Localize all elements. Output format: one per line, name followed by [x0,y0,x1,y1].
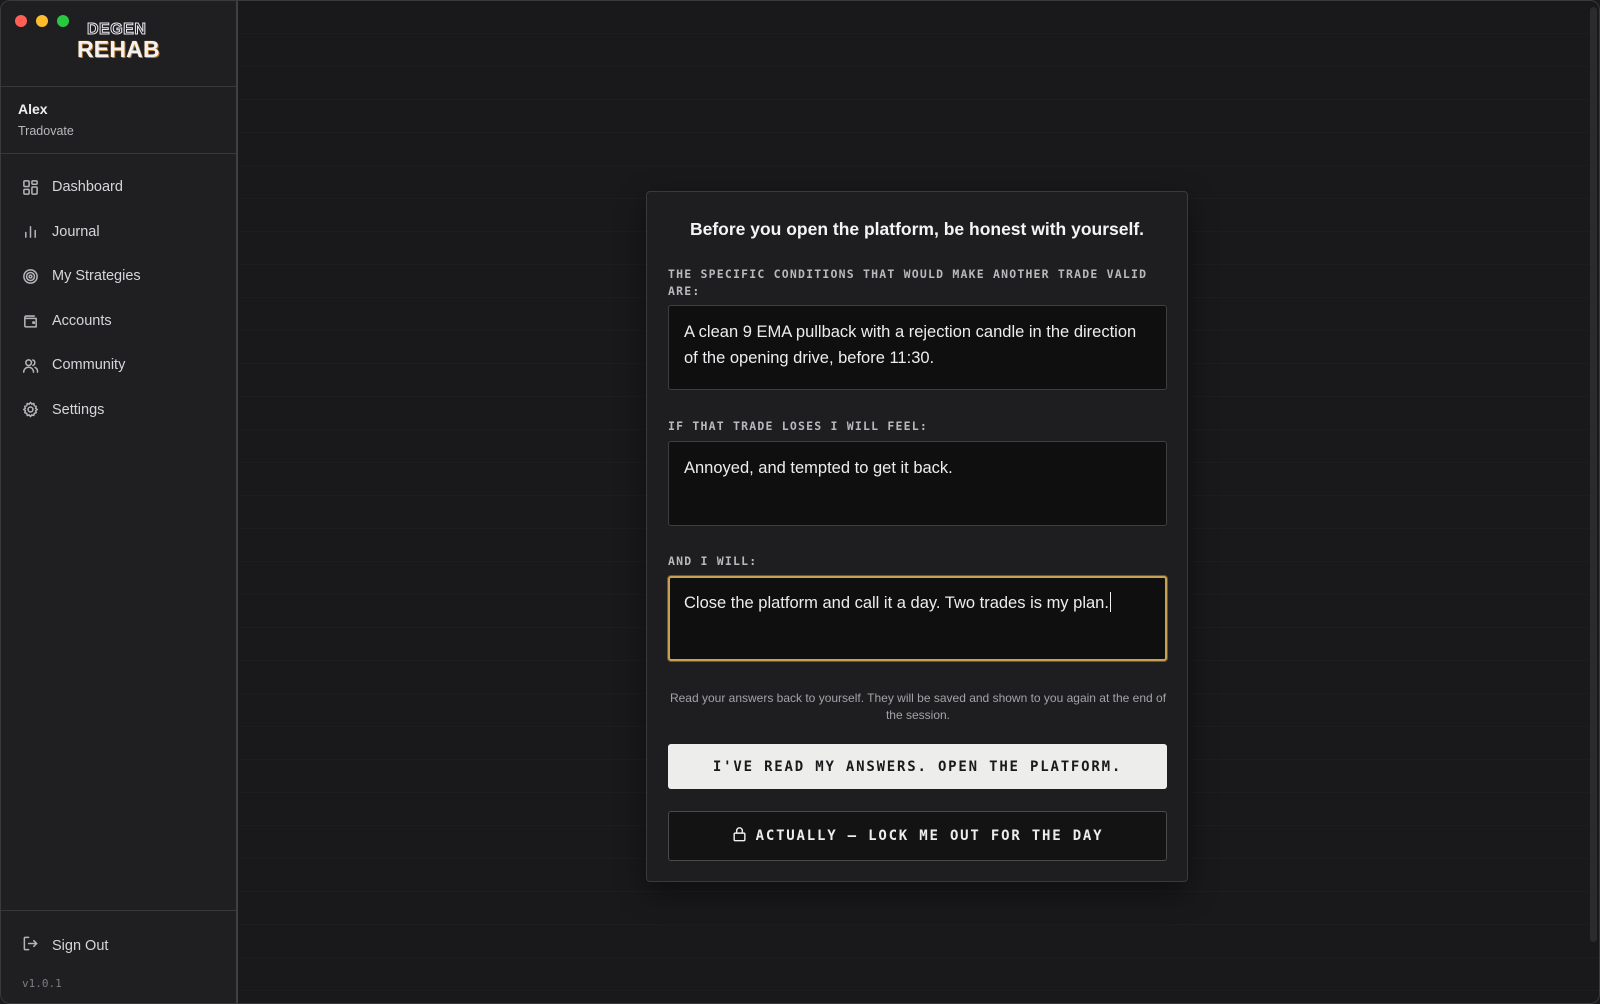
sidebar-item-label: Journal [52,223,100,240]
bar-chart-icon [22,223,39,240]
sign-out-label: Sign Out [52,938,109,954]
sidebar-divider [1,910,236,911]
lock-icon [732,826,756,846]
sidebar-nav: Dashboard Journal My Strategies Accounts [1,165,236,432]
sidebar-item-journal[interactable]: Journal [1,210,236,255]
open-platform-button[interactable]: I'VE READ MY ANSWERS. OPEN THE PLATFORM. [668,744,1167,789]
sidebar-item-label: Settings [52,401,105,418]
dashboard-icon [22,179,39,196]
question-label-action: AND I WILL: [668,554,758,568]
sidebar-item-my-strategies[interactable]: My Strategies [1,254,236,299]
window-controls [15,15,69,27]
zoom-window-button[interactable] [57,15,69,27]
sign-out-button[interactable]: Sign Out [22,935,108,957]
sidebar-item-accounts[interactable]: Accounts [1,299,236,344]
gear-icon [22,401,39,418]
sidebar: DEGEN REHAB Alex Tradovate Dashboard Jou… [1,1,238,1003]
sidebar-item-dashboard[interactable]: Dashboard [1,165,236,210]
question-label-feeling: IF THAT TRADE LOSES I WILL FEEL: [668,419,928,433]
users-icon [22,357,39,374]
answer-field-action[interactable]: Close the platform and call it a day. Tw… [668,576,1167,661]
wallet-icon [22,312,39,329]
answer-field-conditions[interactable]: A clean 9 EMA pullback with a rejection … [668,305,1167,390]
sidebar-item-settings[interactable]: Settings [1,388,236,433]
app-logo: DEGEN REHAB [73,21,173,69]
dialog-title: Before you open the platform, be honest … [689,219,1145,239]
answer-text-action: Close the platform and call it a day. Tw… [684,594,1109,612]
lock-out-button[interactable]: ACTUALLY — LOCK ME OUT FOR THE DAY [668,811,1167,861]
sign-out-icon [22,935,39,957]
lock-out-label: ACTUALLY — LOCK ME OUT FOR THE DAY [755,828,1104,844]
text-caret [1109,592,1111,612]
app-window: DEGEN REHAB Alex Tradovate Dashboard Jou… [0,0,1600,1004]
user-broker: Tradovate [18,124,74,138]
close-window-button[interactable] [15,15,27,27]
sidebar-divider [1,153,236,154]
scrollbar[interactable] [1590,7,1597,942]
answer-field-feeling[interactable]: Annoyed, and tempted to get it back. [668,441,1167,526]
minimize-window-button[interactable] [36,15,48,27]
target-icon [22,268,39,285]
sidebar-item-label: Dashboard [52,179,123,196]
sidebar-item-label: Community [52,357,126,374]
question-label-conditions: THE SPECIFIC CONDITIONS THAT WOULD MAKE … [668,267,1148,298]
app-version: v1.0.1 [22,977,62,990]
sidebar-item-community[interactable]: Community [1,343,236,388]
pre-trade-checklist-dialog: Before you open the platform, be honest … [646,191,1188,882]
dialog-note: Read your answers back to yourself. They… [669,691,1167,722]
sidebar-item-label: My Strategies [52,268,141,285]
logo-line-2: REHAB [77,36,160,68]
user-name: Alex [18,101,48,117]
sidebar-item-label: Accounts [52,312,112,329]
sidebar-divider [1,86,236,87]
